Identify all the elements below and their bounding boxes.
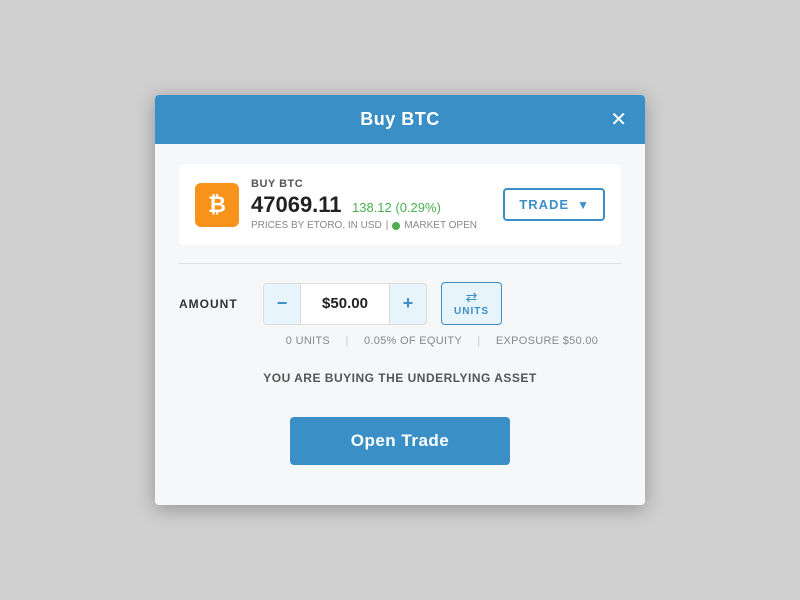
asset-label: BUY BTC [251,178,477,190]
asset-info: ₿ BUY BTC 47069.11 138.12 (0.29%) PRICES… [195,178,477,231]
amount-value[interactable]: $50.00 [300,284,390,324]
equity-percent: 0.05% OF EQUITY [364,335,462,347]
asset-change: 138.12 (0.29%) [352,200,441,215]
asset-details: BUY BTC 47069.11 138.12 (0.29%) PRICES B… [251,178,477,231]
amount-control: − $50.00 + [263,283,427,325]
modal-title: Buy BTC [360,109,440,130]
exposure-value: EXPOSURE $50.00 [496,335,598,347]
amount-meta: 0 UNITS | 0.05% OF EQUITY | EXPOSURE $50… [179,335,621,347]
asset-meta: PRICES BY ETORO, IN USD | MARKET OPEN [251,220,477,231]
modal-header: Buy BTC ✕ [155,95,645,144]
meta-sep-1: | [345,335,352,347]
close-button[interactable]: ✕ [610,110,627,130]
units-count: 0 UNITS [286,335,330,347]
buy-btc-modal: Buy BTC ✕ ₿ BUY BTC 47069.11 138.12 (0.2… [155,95,645,505]
modal-body: ₿ BUY BTC 47069.11 138.12 (0.29%) PRICES… [155,144,645,505]
swap-icon: ⇄ [466,290,478,304]
market-open-dot [392,222,400,230]
open-trade-button[interactable]: Open Trade [290,417,510,465]
asset-source: PRICES BY ETORO, IN USD [251,220,382,231]
asset-row: ₿ BUY BTC 47069.11 138.12 (0.29%) PRICES… [179,164,621,245]
btc-icon: ₿ [195,183,239,227]
trade-dropdown-label: TRADE [519,197,569,212]
amount-label: AMOUNT [179,297,249,311]
units-label: UNITS [454,306,489,317]
units-toggle-button[interactable]: ⇄ UNITS [441,282,502,325]
divider [179,263,621,264]
decrease-button[interactable]: − [264,284,300,324]
chevron-down-icon: ▼ [577,198,589,212]
underlying-asset-message: YOU ARE BUYING THE UNDERLYING ASSET [179,371,621,385]
increase-button[interactable]: + [390,284,426,324]
asset-price-row: 47069.11 138.12 (0.29%) [251,192,477,218]
market-status: MARKET OPEN [404,220,477,231]
trade-dropdown[interactable]: TRADE ▼ [503,188,605,221]
amount-row: AMOUNT − $50.00 + ⇄ UNITS [179,282,621,325]
meta-sep-2: | [477,335,484,347]
asset-price: 47069.11 [251,192,342,217]
separator: | [386,220,389,231]
